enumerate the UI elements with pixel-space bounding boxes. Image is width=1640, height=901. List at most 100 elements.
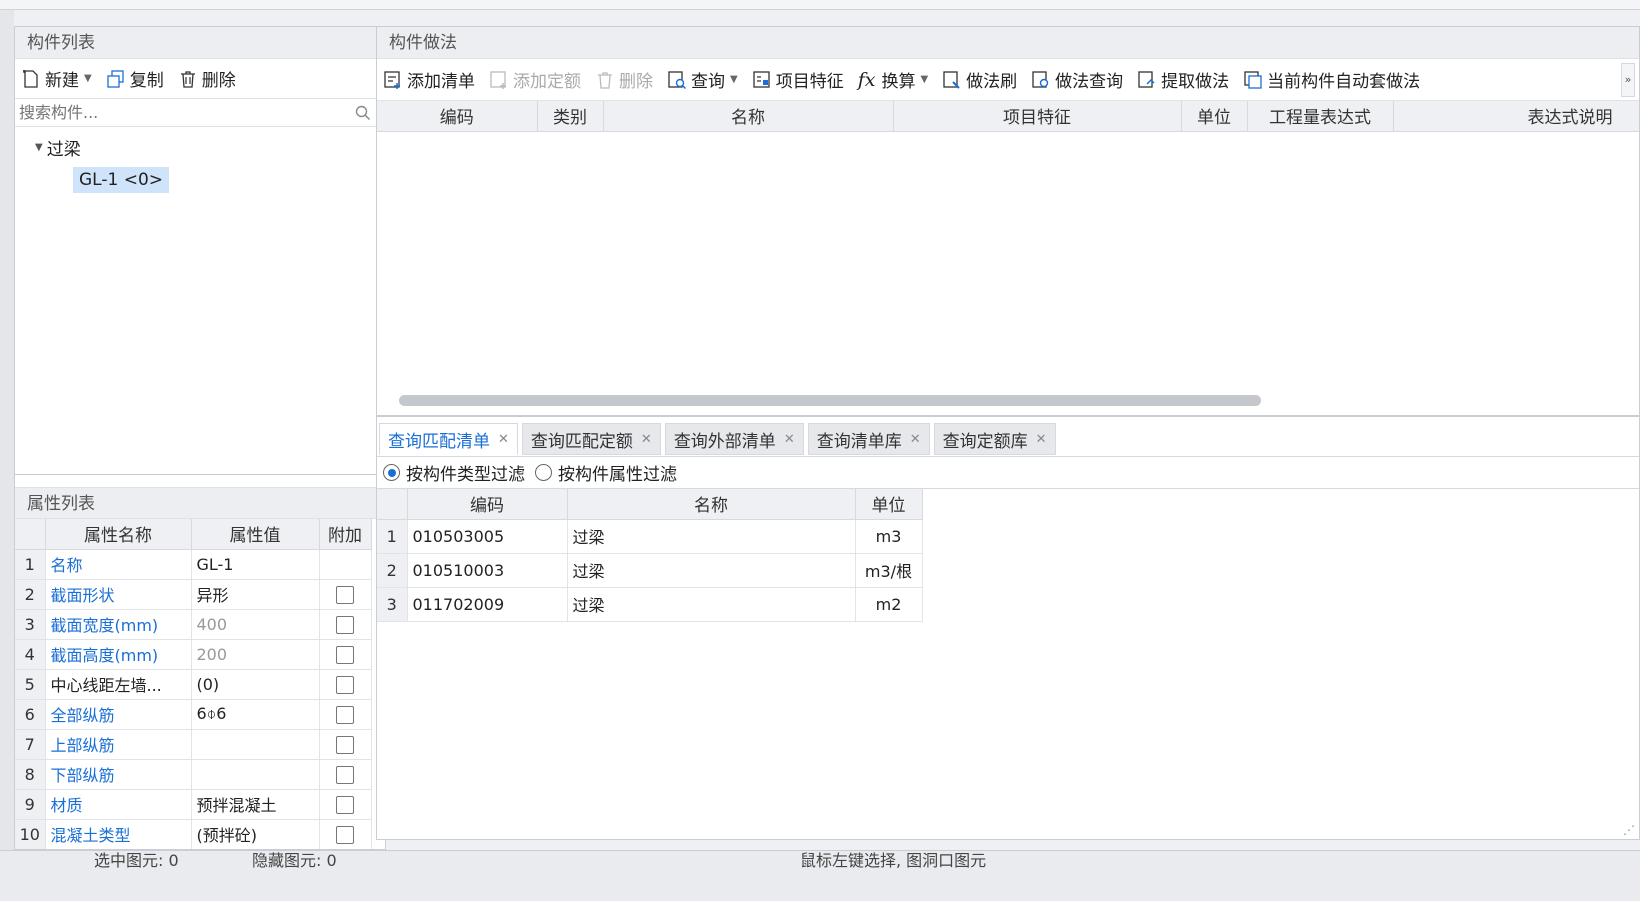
tab-external-list[interactable]: 查询外部清单 ✕ (664, 423, 804, 455)
property-value[interactable]: (0) (191, 669, 320, 700)
chevron-down-icon[interactable]: ▼ (730, 74, 738, 85)
property-value[interactable]: GL-1 (191, 549, 320, 580)
row-number: 4 (15, 639, 46, 670)
property-row[interactable]: 8 下部纵筋 (15, 759, 372, 790)
filter-by-attr-radio[interactable]: 按构件属性过滤 (535, 460, 677, 485)
method-delete-button[interactable]: 删除 (595, 67, 653, 92)
radio-unselected-icon[interactable] (535, 464, 552, 481)
convert-button[interactable]: 𝑓x 换算 ▼ (858, 67, 928, 93)
collapse-arrow-icon[interactable]: ▼ (35, 142, 43, 153)
query-result-row[interactable]: 1 010503005 过梁 m3 (377, 519, 923, 554)
resize-grip-icon[interactable]: ⋰ (1623, 823, 1635, 837)
property-value[interactable]: 200 (191, 639, 320, 670)
tab-list-library[interactable]: 查询清单库 ✕ (807, 423, 930, 455)
trash-icon (598, 71, 612, 89)
property-value[interactable]: 6⌽6 (191, 699, 320, 730)
property-value[interactable]: 400 (191, 609, 320, 640)
search-input[interactable] (15, 99, 385, 126)
query-name-cell[interactable]: 过梁 (567, 553, 856, 588)
query-unit-cell[interactable]: m2 (855, 587, 923, 622)
property-name: 截面高度(mm) (45, 639, 192, 670)
extra-checkbox[interactable] (336, 675, 354, 694)
tab-match-quota[interactable]: 查询匹配定额 ✕ (521, 423, 661, 455)
tab-match-list[interactable]: 查询匹配清单 ✕ (379, 423, 518, 455)
item-feature-button[interactable]: 项目特征 (752, 67, 844, 92)
copy-button[interactable]: 复制 (106, 66, 164, 91)
row-number: 7 (15, 729, 46, 760)
add-quota-button[interactable]: 添加定额 (489, 67, 581, 92)
query-unit-cell[interactable]: m3 (855, 519, 923, 554)
property-extra-cell (319, 579, 372, 610)
property-value[interactable] (191, 729, 320, 760)
property-name: 材质 (45, 789, 192, 820)
extra-checkbox[interactable] (336, 735, 354, 754)
property-row[interactable]: 2 截面形状 异形 (15, 579, 372, 610)
query-result-row[interactable]: 3 011702009 过梁 m2 (377, 587, 923, 622)
property-row[interactable]: 9 材质 预拌混凝土 (15, 789, 372, 820)
close-icon[interactable]: ✕ (498, 432, 509, 447)
component-tree: ▼ 过梁 GL-1 <0> (15, 127, 385, 193)
query-corner-cell (377, 489, 408, 520)
query-unit-cell[interactable]: m3/根 (855, 553, 923, 588)
method-expr-desc-header: 表达式说明 (1393, 101, 1639, 132)
property-extra-cell (319, 609, 372, 640)
property-table: 属性名称 属性值 附加 1 名称 GL-1 2 截面形状 异形 3 截面宽度(mm) 400 4 截… (15, 519, 372, 849)
property-value[interactable]: 异形 (191, 579, 320, 610)
tab-quota-library[interactable]: 查询定额库 ✕ (933, 423, 1056, 455)
property-row[interactable]: 10 混凝土类型 (预拌砼) (15, 819, 372, 849)
close-icon[interactable]: ✕ (784, 432, 795, 447)
property-row[interactable]: 7 上部纵筋 (15, 729, 372, 760)
extra-checkbox[interactable] (336, 615, 354, 634)
extra-checkbox[interactable] (336, 705, 354, 724)
query-name-cell[interactable]: 过梁 (567, 519, 856, 554)
extra-checkbox[interactable] (336, 765, 354, 784)
property-row[interactable]: 3 截面宽度(mm) 400 (15, 609, 372, 640)
query-code-cell[interactable]: 011702009 (407, 587, 568, 622)
extra-checkbox[interactable] (336, 585, 354, 604)
property-row[interactable]: 6 全部纵筋 6⌽6 (15, 699, 372, 730)
query-result-row[interactable]: 2 010510003 过梁 m3/根 (377, 553, 923, 588)
query-name-cell[interactable]: 过梁 (567, 587, 856, 622)
property-value[interactable]: (预拌砼) (191, 819, 320, 849)
method-query-button[interactable]: 做法查询 (1031, 67, 1123, 92)
close-icon[interactable]: ✕ (910, 432, 921, 447)
tab-external-list-label: 查询外部清单 (673, 431, 776, 452)
tree-group-row[interactable]: ▼ 过梁 (15, 135, 385, 160)
property-name: 全部纵筋 (45, 699, 192, 730)
method-brush-button[interactable]: 做法刷 (942, 67, 1017, 92)
query-code-cell[interactable]: 010510003 (407, 553, 568, 588)
item-feature-label: 项目特征 (775, 72, 844, 92)
property-value[interactable] (191, 759, 320, 790)
property-name: 下部纵筋 (45, 759, 192, 790)
chevron-down-icon[interactable]: ▼ (84, 73, 92, 84)
extra-checkbox[interactable] (336, 825, 354, 844)
property-value[interactable]: 预拌混凝土 (191, 789, 320, 820)
radio-selected-icon[interactable] (383, 464, 400, 481)
property-name: 混凝土类型 (45, 819, 192, 849)
delete-button[interactable]: 删除 (178, 66, 236, 91)
close-icon[interactable]: ✕ (1036, 432, 1047, 447)
auto-apply-button[interactable]: 当前构件自动套做法 (1243, 67, 1420, 92)
add-list-button[interactable]: 添加清单 (383, 67, 475, 92)
extra-checkbox[interactable] (336, 645, 354, 664)
extra-checkbox[interactable] (336, 795, 354, 814)
query-label: 查询 (691, 72, 725, 92)
tree-item-gl1[interactable]: GL-1 <0> (73, 167, 170, 193)
property-row[interactable]: 4 截面高度(mm) 200 (15, 639, 372, 670)
property-row[interactable]: 5 中心线距左墙... (0) (15, 669, 372, 700)
extract-method-button[interactable]: 提取做法 (1137, 67, 1229, 92)
chevron-down-icon[interactable]: ▼ (920, 74, 928, 85)
horizontal-scrollbar[interactable] (399, 395, 1261, 406)
query-code-cell[interactable]: 010503005 (407, 519, 568, 554)
new-button[interactable]: 新建 ▼ (21, 66, 92, 91)
property-row[interactable]: 1 名称 GL-1 (15, 549, 372, 580)
filter-by-type-radio[interactable]: 按构件类型过滤 (383, 460, 525, 485)
method-expression-header: 工程量表达式 (1247, 101, 1394, 132)
toolbar-overflow-button[interactable]: » (1621, 63, 1635, 97)
close-icon[interactable]: ✕ (641, 432, 652, 447)
add-list-label: 添加清单 (407, 72, 475, 92)
row-number: 8 (15, 759, 46, 790)
property-value-header: 属性值 (191, 519, 320, 550)
query-button[interactable]: 查询 ▼ (667, 67, 738, 92)
search-icon[interactable] (355, 105, 371, 121)
